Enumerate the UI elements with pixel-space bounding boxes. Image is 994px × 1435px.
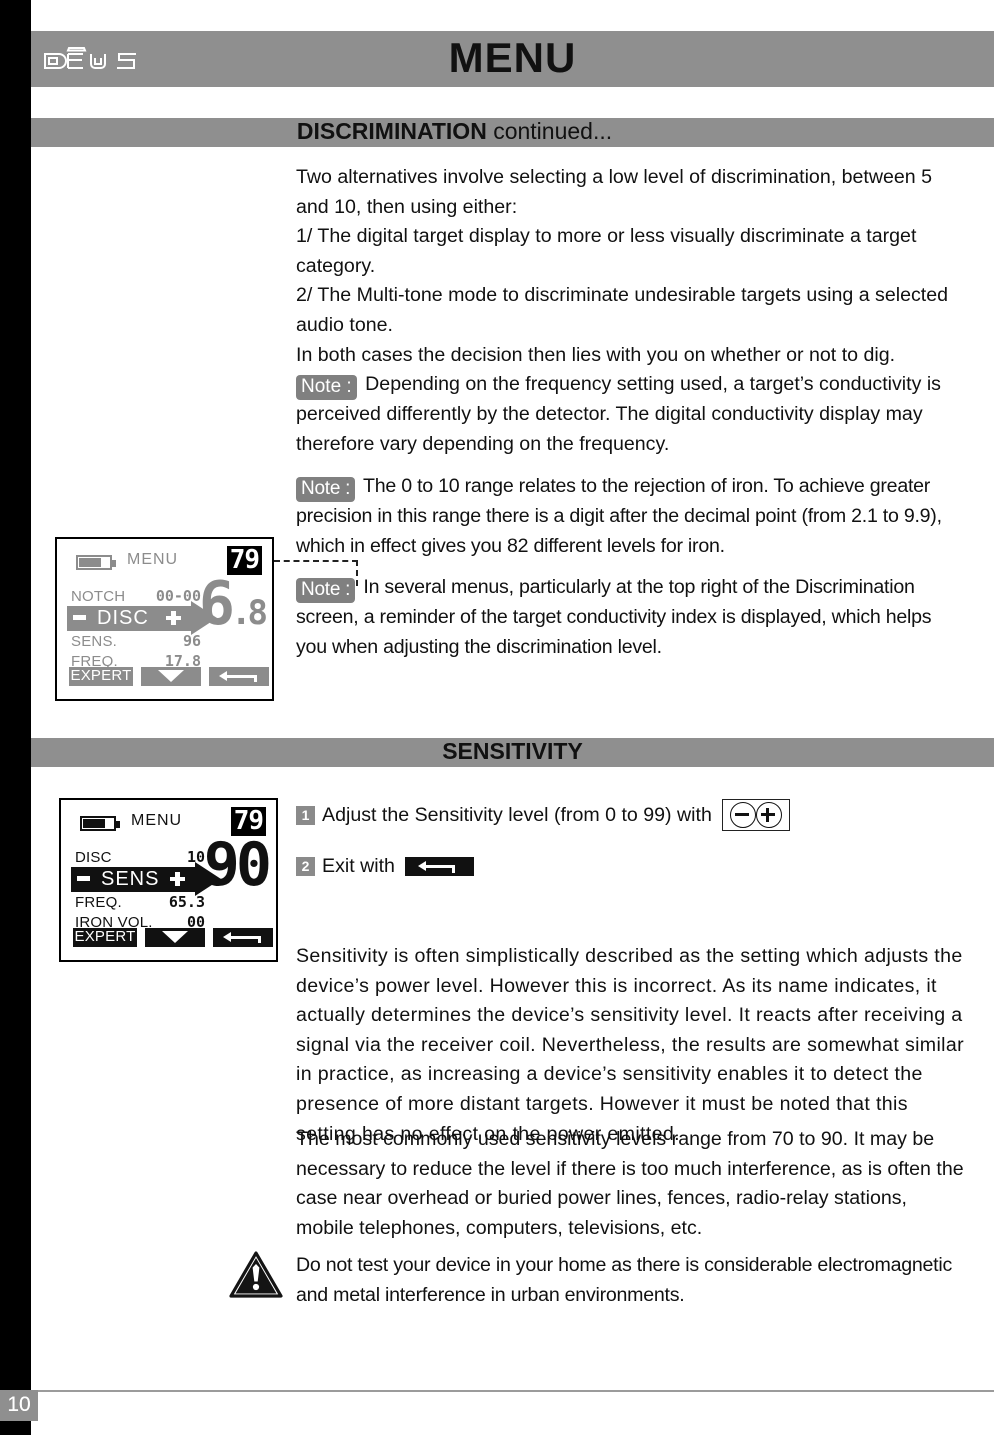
section-title-light: continued...: [486, 118, 613, 144]
selected-row-label: DISC: [97, 607, 149, 629]
page-title: MENU: [448, 34, 577, 81]
discrimination-note-3: Note : In several menus, particularly at…: [296, 573, 964, 662]
battery-icon: [76, 555, 116, 570]
minus-button[interactable]: [729, 802, 756, 828]
target-id-readout: 79: [226, 546, 262, 575]
paragraph: 1/ The digital target display to more or…: [296, 225, 917, 277]
lcd-menu-label: MENU: [127, 551, 179, 568]
expert-button[interactable]: EXPERT: [73, 928, 137, 947]
scroll-down-button[interactable]: [141, 667, 201, 686]
section-title-bold: DISCRIMINATION: [296, 118, 487, 144]
back-arrow-icon: [223, 932, 261, 943]
back-button[interactable]: [213, 928, 273, 947]
note-badge: Note :: [296, 578, 356, 603]
plus-minus-button-group[interactable]: [721, 799, 790, 831]
big-value-dec: .8: [231, 593, 268, 633]
callout-dash-horizontal: [274, 560, 358, 562]
page-header-bar: MENU: [31, 31, 994, 87]
row-label: FREQ.: [75, 894, 122, 911]
menu-row-disc[interactable]: DISC 10: [75, 848, 207, 868]
plus-button[interactable]: [755, 802, 782, 828]
paragraph: 2/ The Multi-tone mode to discriminate u…: [296, 284, 949, 336]
back-arrow-icon: [219, 671, 257, 682]
paragraph: Sensitivity is often simplistically desc…: [296, 945, 965, 1145]
chevron-down-icon: [162, 931, 188, 943]
selected-row-label: SENS: [101, 868, 160, 890]
manual-page: MENU DISCRIMINATION continued... Two alt…: [0, 0, 994, 1435]
sensitivity-paragraph-1: Sensitivity is often simplistically desc…: [296, 942, 964, 1149]
section-header-discrimination: DISCRIMINATION continued...: [31, 118, 994, 147]
menu-row-freq[interactable]: FREQ. 65.3: [75, 893, 207, 913]
warning-triangle-icon: [229, 1251, 283, 1299]
section-header-sensitivity: SENSITIVITY: [31, 738, 994, 767]
note-badge: Note :: [296, 375, 357, 400]
back-button[interactable]: [209, 667, 269, 686]
callout-dash-vertical: [356, 560, 358, 586]
page-number-text: 10: [7, 1392, 31, 1416]
instruction-step-2: 2 Exit with: [296, 852, 474, 880]
section-title-bold: SENSITIVITY: [442, 738, 583, 764]
paragraph: Note : The 0 to 10 range relates to the …: [296, 472, 964, 561]
paragraph: Note : Depending on the frequency settin…: [296, 370, 964, 459]
scroll-down-button[interactable]: [145, 928, 205, 947]
paragraph: In both cases the decision then lies wit…: [296, 343, 896, 366]
minus-icon[interactable]: [77, 876, 90, 881]
discrimination-intro-text: Two alternatives involve selecting a low…: [296, 163, 964, 370]
note-badge: Note :: [296, 477, 356, 502]
page-spine: [0, 0, 31, 1435]
row-label: SENS.: [71, 633, 118, 650]
expert-button[interactable]: EXPERT: [69, 667, 133, 686]
paragraph: Do not test your device in your home as …: [296, 1254, 952, 1306]
step-text: Exit with: [322, 854, 395, 877]
lcd-footer-buttons: EXPERT: [73, 928, 273, 947]
row-arrow-icon: [195, 862, 221, 896]
paragraph: Note : In several menus, particularly at…: [296, 573, 964, 662]
note-text: Depending on the frequency setting used,…: [296, 373, 941, 455]
menu-row-notch[interactable]: NOTCH 00-00: [71, 587, 203, 607]
row-arrow-icon: [191, 601, 217, 635]
instruction-step-1: 1 Adjust the Sensitivity level (from 0 t…: [296, 799, 790, 831]
footer-rule: [31, 1390, 994, 1392]
row-label: NOTCH: [71, 588, 126, 605]
lcd-footer-buttons: EXPERT: [69, 667, 269, 686]
sensitivity-paragraph-2: The most commonly used sensitivity level…: [296, 1125, 964, 1243]
battery-icon: [80, 816, 120, 831]
minus-icon[interactable]: [73, 615, 86, 620]
discrimination-note-2: Note : The 0 to 10 range relates to the …: [296, 472, 964, 561]
lcd-screen-sensitivity: MENU 79 90 DISC 10 FREQ. 65.3 IRON VOL. …: [59, 798, 278, 962]
step-number: 2: [296, 856, 315, 876]
row-label: DISC: [75, 849, 112, 866]
sensitivity-warning-text: Do not test your device in your home as …: [296, 1251, 964, 1310]
lcd-screen-discrimination: MENU 79 6.8 NOTCH 00-00 SENS. 96 FREQ. 1…: [55, 537, 274, 701]
lcd-menu-label: MENU: [131, 812, 183, 829]
paragraph: The most commonly used sensitivity level…: [296, 1128, 964, 1239]
note-text: The 0 to 10 range relates to the rejecti…: [296, 475, 942, 557]
paragraph: Two alternatives involve selecting a low…: [296, 166, 933, 218]
back-button-chip[interactable]: [404, 856, 474, 876]
menu-row-sens[interactable]: SENS. 96: [71, 632, 203, 652]
step-number: 1: [296, 805, 315, 825]
step-text: Adjust the Sensitivity level (from 0 to …: [322, 803, 712, 826]
selected-menu-row-disc[interactable]: DISC: [67, 601, 217, 635]
discrimination-note-1: Note : Depending on the frequency settin…: [296, 370, 964, 459]
chevron-down-icon: [158, 670, 184, 682]
note-text: In several menus, particularly at the to…: [296, 576, 932, 658]
selected-menu-row-sens[interactable]: SENS: [71, 862, 221, 896]
